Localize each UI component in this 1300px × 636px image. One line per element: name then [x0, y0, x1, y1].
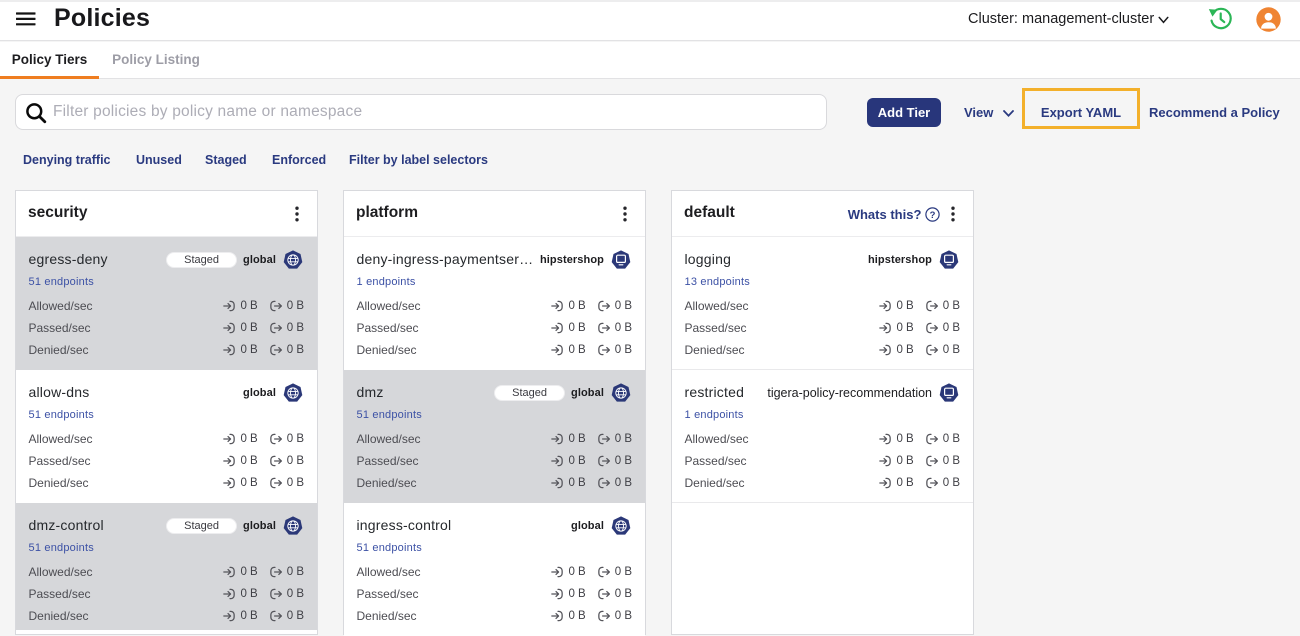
svg-text:?: ?: [930, 209, 936, 220]
